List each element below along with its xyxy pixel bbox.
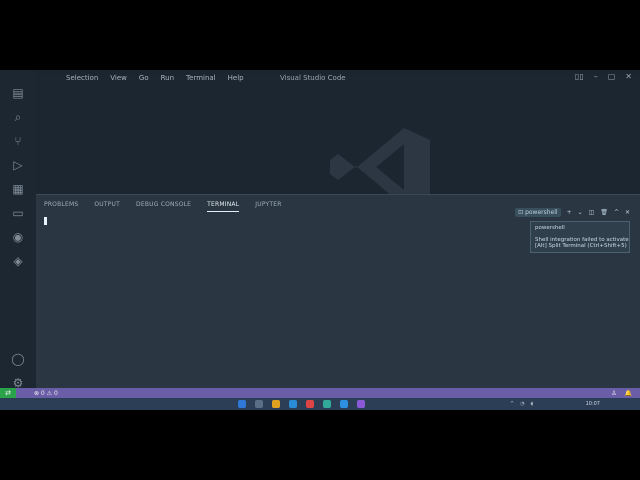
menu-terminal[interactable]: Terminal [186,74,216,82]
tab-output[interactable]: OUTPUT [94,201,120,212]
vscode-taskbar-icon[interactable] [340,400,348,408]
start-icon[interactable] [238,400,246,408]
wifi-icon[interactable]: ◔ [520,401,524,407]
menu-run[interactable]: Run [161,74,174,82]
maximize-icon[interactable]: ▢ [608,72,616,81]
clock[interactable]: 10:07 [586,401,600,407]
docker-icon[interactable]: ◈ [9,252,27,270]
problems-status[interactable]: ⊗ 0 ⚠ 0 [34,390,58,397]
terminal-cursor[interactable] [44,217,47,225]
chevron-up-icon[interactable]: ^ [510,401,514,407]
maximize-panel-icon[interactable]: ^ [614,209,619,216]
activity-bar: ▤ ⌕ ⑂ ▷ ▦ ▭ ◉ ◈ ◯ ⚙ [0,70,36,398]
edge-icon[interactable] [289,400,297,408]
remote-indicator-icon[interactable]: ⇄ [0,388,16,398]
panel-tabs: PROBLEMS OUTPUT DEBUG CONSOLE TERMINAL J… [44,201,282,212]
terminal-tooltip: powershell Shell integration failed to a… [530,221,630,253]
volume-icon[interactable]: ◖ [531,401,534,407]
search-icon[interactable]: ⌕ [9,108,27,126]
menu-selection[interactable]: Selection [66,74,98,82]
menu-view[interactable]: View [110,74,127,82]
menu-help[interactable]: Help [228,74,244,82]
run-debug-icon[interactable]: ▷ [9,156,27,174]
tab-debug-console[interactable]: DEBUG CONSOLE [136,201,191,212]
status-right: ♙ 🔔 [611,390,632,397]
panel-actions: ⊡ powershell + ⌄ ◫ 🗑 ^ ✕ [515,208,630,217]
window-title: Visual Studio Code [280,74,346,82]
terminal-icon: ⊡ [518,209,524,216]
system-tray: ^ ◔ ◖ [510,401,533,407]
trash-icon[interactable]: 🗑 [600,209,608,216]
explorer-icon[interactable]: ▤ [9,84,27,102]
taskbar-apps [238,400,365,408]
source-control-icon[interactable]: ⑂ [9,132,27,150]
chrome-icon[interactable] [323,400,331,408]
menu-bar: Selection View Go Run Terminal Help [66,74,244,82]
editor-area [36,86,640,206]
account-icon[interactable]: ◯ [9,350,27,368]
chevron-down-icon[interactable]: ⌄ [578,209,583,216]
split-terminal-icon[interactable]: ◫ [589,209,595,216]
tab-jupyter[interactable]: JUPYTER [255,201,281,212]
layout-icon[interactable]: ▯▯ [575,72,584,81]
window-controls: ▯▯ – ▢ ✕ [575,72,632,81]
app-icon[interactable] [306,400,314,408]
new-terminal-plus-icon[interactable]: + [567,209,572,216]
close-icon[interactable]: ✕ [625,72,632,81]
terminal-profile-label: powershell [525,209,558,216]
os-taskbar: ^ ◔ ◖ 10:07 [0,398,640,410]
search-taskbar-icon[interactable] [255,400,263,408]
bell-icon[interactable]: 🔔 [625,390,632,397]
extensions-icon[interactable]: ▦ [9,180,27,198]
tab-terminal[interactable]: TERMINAL [207,201,240,212]
remote-explorer-icon[interactable]: ▭ [9,204,27,222]
bottom-panel: PROBLEMS OUTPUT DEBUG CONSOLE TERMINAL J… [36,194,640,399]
person-icon[interactable]: ♙ [611,390,616,397]
terminal-profile-button[interactable]: ⊡ powershell [515,208,561,217]
tab-problems[interactable]: PROBLEMS [44,201,78,212]
tooltip-line-2[interactable]: [Alt] Split Terminal (Ctrl+Shift+5) [535,243,627,249]
app2-icon[interactable] [357,400,365,408]
tooltip-title: powershell [535,225,565,231]
github-icon[interactable]: ◉ [9,228,27,246]
minimize-icon[interactable]: – [594,72,598,81]
status-bar: ⇄ ⊗ 0 ⚠ 0 ♙ 🔔 [0,388,640,398]
menu-go[interactable]: Go [139,74,149,82]
screen: Selection View Go Run Terminal Help Visu… [0,70,640,410]
close-panel-icon[interactable]: ✕ [625,209,630,216]
status-left: ⊗ 0 ⚠ 0 [34,390,58,397]
file-explorer-icon[interactable] [272,400,280,408]
